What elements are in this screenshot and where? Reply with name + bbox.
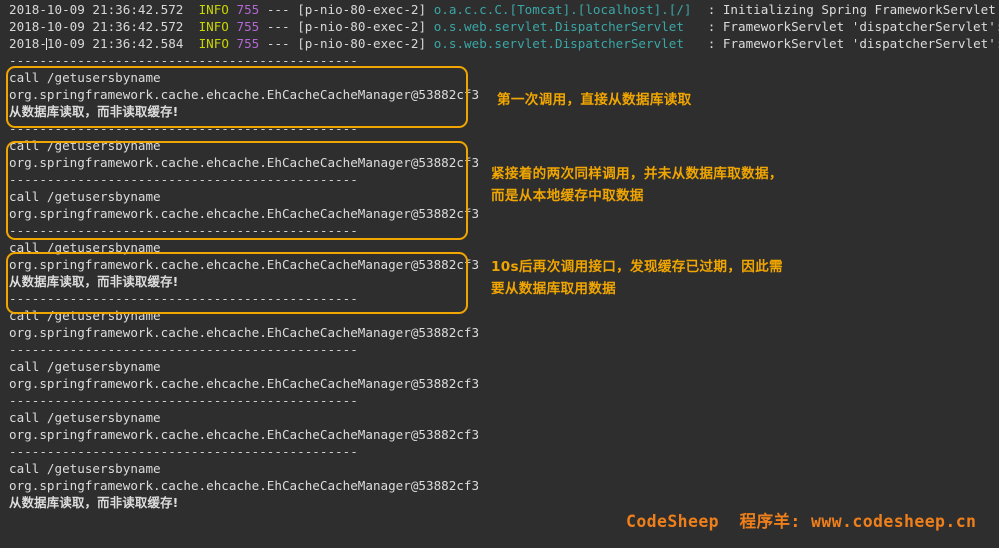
spring-boot-log-lines: 2018-10-09 21:36:42.572 INFO 755 --- [p-… bbox=[9, 1, 999, 52]
console-db-read-line: 从数据库读取，而非读取缓存! bbox=[9, 495, 179, 510]
console-call-line: call /getusersbyname bbox=[9, 410, 161, 425]
log-pid: 755 bbox=[236, 36, 260, 51]
sp bbox=[229, 19, 237, 34]
console-call-line: call /getusersbyname bbox=[9, 138, 161, 153]
sp bbox=[426, 2, 434, 17]
console-call-line: call /getusersbyname bbox=[9, 359, 161, 374]
log-line: 2018-10-09 21:36:42.584 INFO 755 --- [p-… bbox=[9, 35, 999, 52]
console-separator: ----------------------------------------… bbox=[9, 223, 358, 238]
log-dashes: --- bbox=[266, 36, 290, 51]
sp bbox=[426, 36, 434, 51]
console-call-line: call /getusersbyname bbox=[9, 70, 161, 85]
console-separator: ----------------------------------------… bbox=[9, 444, 358, 459]
sp bbox=[183, 36, 198, 51]
log-dashes: --- bbox=[266, 19, 290, 34]
sp bbox=[259, 2, 267, 17]
console-separator: ----------------------------------------… bbox=[9, 121, 358, 136]
sp bbox=[426, 19, 434, 34]
console-separator: ----------------------------------------… bbox=[9, 53, 358, 68]
sp bbox=[183, 19, 198, 34]
log-logger: o.a.c.c.C.[Tomcat].[localhost].[/] bbox=[433, 2, 692, 17]
log-message: : Initializing Spring FrameworkServlet ' bbox=[707, 2, 999, 17]
watermark: CodeSheep 程序羊: www.codesheep.cn bbox=[626, 512, 977, 531]
console-cachemanager-line: org.springframework.cache.ehcache.EhCach… bbox=[9, 478, 480, 493]
log-dashes: --- bbox=[266, 2, 290, 17]
log-pid: 755 bbox=[236, 2, 260, 17]
console-separator: ----------------------------------------… bbox=[9, 393, 358, 408]
sp bbox=[259, 36, 267, 51]
log-message: : FrameworkServlet 'dispatcherServlet': bbox=[707, 19, 999, 34]
log-pid: 755 bbox=[236, 19, 260, 34]
sp bbox=[229, 2, 237, 17]
console-cachemanager-line: org.springframework.cache.ehcache.EhCach… bbox=[9, 427, 480, 442]
log-logger: o.s.web.servlet.DispatcherServlet bbox=[433, 19, 684, 34]
console-cachemanager-line: org.springframework.cache.ehcache.EhCach… bbox=[9, 206, 480, 221]
sp bbox=[229, 36, 237, 51]
console-call-line: call /getusersbyname bbox=[9, 461, 161, 476]
console-call-line: call /getusersbyname bbox=[9, 308, 161, 323]
log-thread: [p-nio-80-exec-2] bbox=[297, 19, 427, 34]
log-timestamp-cont: 10-09 21:36:42.584 bbox=[46, 36, 184, 51]
log-level: INFO bbox=[198, 2, 229, 17]
console-cachemanager-line: org.springframework.cache.ehcache.EhCach… bbox=[9, 325, 480, 340]
log-logger: o.s.web.servlet.DispatcherServlet bbox=[433, 36, 684, 51]
log-level: INFO bbox=[198, 19, 229, 34]
annotation-text-3: 10s后再次调用接口，发现缓存已过期，因此需 要从数据库取用数据 bbox=[491, 259, 783, 297]
log-timestamp: 2018- bbox=[9, 36, 47, 51]
log-level: INFO bbox=[198, 36, 229, 51]
annotation-text-2: 紧接着的两次同样调用，并未从数据库取数据， 而是从本地缓存中取数据 bbox=[491, 166, 783, 204]
annotation-text-1: 第一次调用，直接从数据库读取 bbox=[497, 92, 692, 108]
log-message: : FrameworkServlet 'dispatcherServlet': bbox=[707, 36, 999, 51]
log-timestamp: 2018-10-09 21:36:42.572 bbox=[9, 2, 184, 17]
log-line: 2018-10-09 21:36:42.572 INFO 755 --- [p-… bbox=[9, 1, 999, 18]
log-line: 2018-10-09 21:36:42.572 INFO 755 --- [p-… bbox=[9, 18, 999, 35]
log-thread: [p-nio-80-exec-2] bbox=[297, 36, 427, 51]
terminal-window: 2018-10-09 21:36:42.572 INFO 755 --- [p-… bbox=[0, 0, 999, 548]
sp bbox=[183, 2, 198, 17]
console-separator: ----------------------------------------… bbox=[9, 342, 358, 357]
console-call-line: call /getusersbyname bbox=[9, 240, 161, 255]
sp bbox=[259, 19, 267, 34]
log-timestamp: 2018-10-09 21:36:42.572 bbox=[9, 19, 184, 34]
console-cachemanager-line: org.springframework.cache.ehcache.EhCach… bbox=[9, 376, 480, 391]
log-thread: [p-nio-80-exec-2] bbox=[297, 2, 427, 17]
